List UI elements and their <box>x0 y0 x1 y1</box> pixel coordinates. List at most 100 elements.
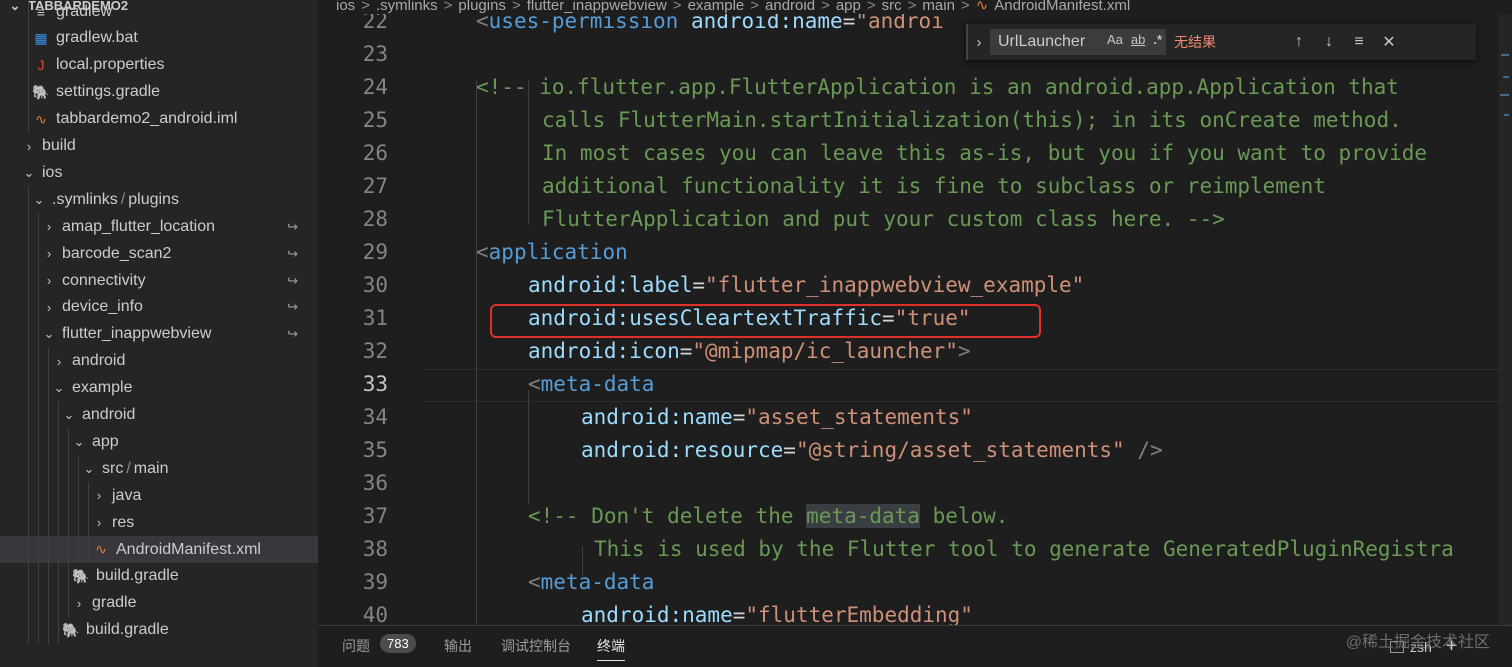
tree-item-label: build.gradle <box>86 621 169 639</box>
code-editor[interactable]: 22 23 24 25 26 27 28 29 30 31 32 33 34 35 36 37 38 39 40 <… <box>318 14 1512 625</box>
tree-indent-guide <box>28 186 29 214</box>
tab-terminal[interactable]: 终端 <box>597 636 625 661</box>
line-number: 39 <box>362 570 388 594</box>
tree-item-label: amap_flutter_location <box>62 217 215 235</box>
chevron-down-icon: ⌄ <box>33 191 45 207</box>
tree-item[interactable]: Jlocal.properties <box>0 51 318 79</box>
code-line-32: android:icon="@mipmap/ic_launcher"> <box>528 339 971 363</box>
tree-item[interactable]: ⌄ src / main <box>0 455 318 483</box>
tree-indent-guide <box>38 374 39 402</box>
symlink-icon: ↪ <box>287 272 298 288</box>
tree-item[interactable]: › barcode_scan2 ↪ <box>0 240 318 268</box>
chevron-right-icon: › <box>46 299 52 315</box>
tree-item[interactable]: 🐘 build.gradle <box>0 562 318 590</box>
java-file-icon: J <box>37 57 45 74</box>
whole-word-icon[interactable]: ab <box>1131 32 1145 47</box>
tree-indent-guide <box>28 24 29 52</box>
chevron-right-icon: › <box>76 595 82 611</box>
watermark: @稀土掘金技术社区 <box>1345 634 1490 651</box>
previous-match-icon[interactable]: ↑ <box>1284 33 1314 51</box>
chevron-right-icon: › <box>56 353 62 369</box>
tree-item[interactable]: › java <box>0 482 318 510</box>
tree-indent-guide <box>28 428 29 456</box>
tree-item[interactable]: 🐘 build.gradle <box>0 616 318 644</box>
minimap[interactable] <box>1498 14 1512 625</box>
code-line-26: In most cases you can leave this as-is, … <box>542 141 1428 165</box>
breadcrumb-item[interactable]: main <box>922 0 955 14</box>
tree-indent-guide <box>58 482 59 510</box>
tree-indent-guide <box>28 455 29 483</box>
tree-item-label: device_info <box>62 298 143 316</box>
breadcrumb-item[interactable]: plugins <box>458 0 506 14</box>
breadcrumb-item[interactable]: AndroidManifest.xml <box>994 0 1130 14</box>
tree-item[interactable]: ∿ tabbardemo2_android.iml <box>0 105 318 133</box>
tree-item[interactable]: › gradle <box>0 589 318 617</box>
match-case-icon[interactable]: Aa <box>1107 32 1123 47</box>
gradle-elephant-icon: 🐘 <box>72 567 90 584</box>
tree-item[interactable]: › amap_flutter_location ↪ <box>0 213 318 241</box>
tree-item[interactable]: ⌄ example <box>0 374 318 402</box>
find-in-selection-icon[interactable]: ≡ <box>1344 33 1374 51</box>
find-result-status: 无结果 <box>1174 34 1216 50</box>
tree-indent-guide <box>58 401 59 429</box>
tree-item[interactable]: ⌄ ios <box>0 159 318 186</box>
tree-item-label: app <box>92 432 119 450</box>
chevron-down-icon: ⌄ <box>83 460 95 476</box>
tree-item[interactable]: › res <box>0 509 318 537</box>
tree-item[interactable]: ⌄ .symlinks / plugins <box>0 186 318 214</box>
tab-problems[interactable]: 问题 <box>342 636 370 656</box>
tree-indent-guide <box>38 589 39 617</box>
tree-indent-guide <box>58 455 59 483</box>
tree-item-label: flutter_inappwebview <box>62 325 212 343</box>
tree-item[interactable]: ≡ gradlew <box>0 0 318 25</box>
tree-item[interactable]: › connectivity ↪ <box>0 267 318 294</box>
breadcrumb-item[interactable]: .symlinks <box>376 0 438 14</box>
tree-indent-guide <box>28 401 29 429</box>
breadcrumb-item[interactable]: flutter_inappwebview <box>527 0 667 14</box>
tree-item-label: res <box>112 513 135 531</box>
tree-indent-guide <box>28 240 29 268</box>
find-widget: › UrlLauncher Aa ab .* 无结果 ↑ ↓ ≡ ✕ <box>966 24 1476 60</box>
breadcrumb-item[interactable]: src <box>882 0 902 14</box>
toggle-replace-icon[interactable]: › <box>968 34 990 51</box>
tree-indent-guide <box>58 562 59 590</box>
tree-item[interactable]: › build <box>0 133 318 160</box>
code-line-29: <application <box>476 240 628 264</box>
tree-item-label: settings.gradle <box>56 83 161 101</box>
breadcrumb-item[interactable]: app <box>836 0 861 14</box>
tree-item[interactable]: › device_info ↪ <box>0 293 318 321</box>
tree-indent-guide <box>38 240 39 268</box>
tree-item[interactable]: ∿ AndroidManifest.xml <box>0 536 318 563</box>
minimap-mark <box>1501 54 1509 56</box>
breadcrumb-separator: > <box>866 0 876 14</box>
line-number: 29 <box>362 240 388 264</box>
tree-item-label: ios <box>42 163 63 181</box>
tree-item[interactable]: ⌄ app <box>0 428 318 456</box>
tab-debug-console[interactable]: 调试控制台 <box>501 636 571 656</box>
breadcrumb-item[interactable]: ios <box>336 0 355 14</box>
line-number: 31 <box>362 306 388 330</box>
breadcrumb-item[interactable]: example <box>688 0 745 14</box>
tree-item[interactable]: ⌄ flutter_inappwebview ↪ <box>0 320 318 348</box>
code-line-39: <meta-data <box>528 570 655 594</box>
tree-indent-guide <box>48 482 49 510</box>
tree-indent-guide <box>38 455 39 483</box>
tree-item[interactable]: ⌄ android <box>0 401 318 429</box>
tree-indent-guide <box>28 536 29 563</box>
problems-count-badge: 783 <box>380 634 416 653</box>
indent-guide <box>528 390 529 505</box>
tree-indent-guide <box>38 616 39 644</box>
tree-item[interactable]: ▦ gradlew.bat <box>0 24 318 52</box>
tab-output[interactable]: 输出 <box>444 636 472 656</box>
find-input[interactable]: UrlLauncher Aa ab .* <box>990 29 1166 55</box>
breadcrumb-item[interactable]: android <box>765 0 815 14</box>
regex-icon[interactable]: .* <box>1153 32 1162 47</box>
line-number: 22 <box>362 14 388 33</box>
tree-indent-guide <box>28 51 29 79</box>
tree-item[interactable]: › android <box>0 347 318 375</box>
tree-item[interactable]: 🐘 settings.gradle <box>0 78 318 106</box>
tree-indent-guide <box>48 428 49 456</box>
close-icon[interactable]: ✕ <box>1374 32 1404 52</box>
tree-indent-guide <box>38 509 39 537</box>
next-match-icon[interactable]: ↓ <box>1314 33 1344 51</box>
